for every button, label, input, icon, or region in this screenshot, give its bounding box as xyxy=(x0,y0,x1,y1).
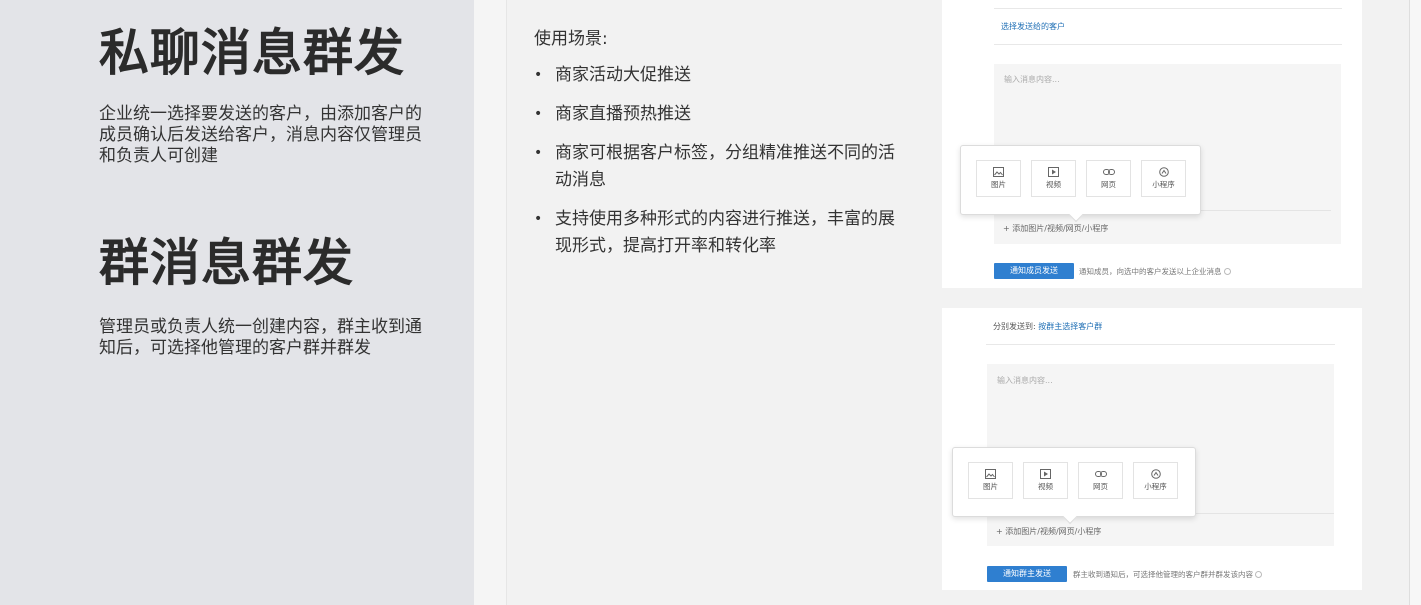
group-message-screenshot: 分别发送到: 按群主选择客户群 输入消息内容... + 添加图片/视频/网页/小… xyxy=(942,308,1362,590)
attachment-popover: 图片 视频 网页 小程序 xyxy=(952,447,1196,525)
scenario-list: • 商家活动大促推送 • 商家直播预热推送 • 商家可根据客户标签，分组精准推送不同的… xyxy=(534,62,904,272)
video-icon xyxy=(1048,167,1059,177)
list-item: • 商家直播预热推送 xyxy=(534,101,904,128)
private-message-desc: 企业统一选择要发送的客户，由添加客户的成员确认后发送给客户，消息内容仅管理员和负… xyxy=(99,104,422,166)
scenario-text: 商家可根据客户标签，分组精准推送不同的活动消息 xyxy=(555,143,895,190)
list-item: • 商家活动大促推送 xyxy=(534,62,904,89)
bullet-icon: • xyxy=(534,211,543,227)
group-message-desc: 管理员或负责人统一创建内容，群主收到通知后，可选择他管理的客户群并群发 xyxy=(99,317,422,358)
image-icon xyxy=(993,167,1004,177)
select-groups-link[interactable]: 按群主选择客户群 xyxy=(1038,322,1102,331)
divider-strip xyxy=(474,0,506,605)
video-icon xyxy=(1040,469,1051,479)
bullet-icon: • xyxy=(534,106,543,122)
attach-image-button[interactable]: 图片 xyxy=(968,462,1013,499)
bullet-icon: • xyxy=(534,145,543,161)
scenario-text: 商家活动大促推送 xyxy=(555,65,691,85)
message-placeholder: 输入消息内容... xyxy=(997,376,1053,385)
divider xyxy=(994,44,1342,45)
info-icon xyxy=(1255,571,1262,578)
list-item: • 支持使用多种形式的内容进行推送，丰富的展现形式，提高打开率和转化率 xyxy=(534,206,904,260)
attachment-popover: 图片 视频 网页 小程序 xyxy=(960,145,1201,223)
scenario-text: 支持使用多种形式的内容进行推送，丰富的展现形式，提高打开率和转化率 xyxy=(555,209,895,256)
bullet-icon: • xyxy=(534,67,543,83)
private-message-screenshot: 选择发送给的客户 输入消息内容... + 添加图片/视频/网页/小程序 通知成员… xyxy=(942,0,1362,288)
send-to-row: 分别发送到: 按群主选择客户群 xyxy=(993,322,1103,331)
add-attachment-button[interactable]: + 添加图片/视频/网页/小程序 xyxy=(1003,223,1108,234)
attach-miniprogram-button[interactable]: 小程序 xyxy=(1133,462,1178,499)
notify-members-button[interactable]: 通知成员发送 xyxy=(994,263,1074,279)
message-placeholder: 输入消息内容... xyxy=(1004,75,1060,84)
link-icon xyxy=(1102,169,1115,175)
scenario-heading: 使用场景: xyxy=(534,29,608,49)
attach-video-button[interactable]: 视频 xyxy=(1023,462,1068,499)
attach-image-button[interactable]: 图片 xyxy=(976,160,1021,197)
info-icon xyxy=(1223,268,1231,275)
send-hint: 群主收到通知后，可选择他管理的客户群并群发该内容 xyxy=(1073,569,1262,580)
miniprogram-icon xyxy=(1158,167,1169,177)
miniprogram-icon xyxy=(1150,469,1161,479)
link-icon xyxy=(1094,471,1107,477)
image-icon xyxy=(985,469,996,479)
attach-webpage-button[interactable]: 网页 xyxy=(1086,160,1131,197)
scenario-text: 商家直播预热推送 xyxy=(555,104,691,124)
left-panel xyxy=(0,0,474,605)
send-hint: 通知成员，向选中的客户发送以上企业消息 xyxy=(1079,266,1231,277)
divider xyxy=(986,344,1335,345)
add-attachment-button[interactable]: + 添加图片/视频/网页/小程序 xyxy=(996,526,1101,537)
private-message-title: 私聊消息群发 xyxy=(99,24,405,82)
group-message-title: 群消息群发 xyxy=(99,234,354,292)
right-edge xyxy=(1410,0,1421,605)
attach-video-button[interactable]: 视频 xyxy=(1031,160,1076,197)
attach-webpage-button[interactable]: 网页 xyxy=(1078,462,1123,499)
notify-owners-button[interactable]: 通知群主发送 xyxy=(987,566,1067,582)
attach-miniprogram-button[interactable]: 小程序 xyxy=(1141,160,1186,197)
divider xyxy=(994,8,1342,9)
select-customers-link[interactable]: 选择发送给的客户 xyxy=(1001,21,1065,32)
list-item: • 商家可根据客户标签，分组精准推送不同的活动消息 xyxy=(534,140,904,194)
